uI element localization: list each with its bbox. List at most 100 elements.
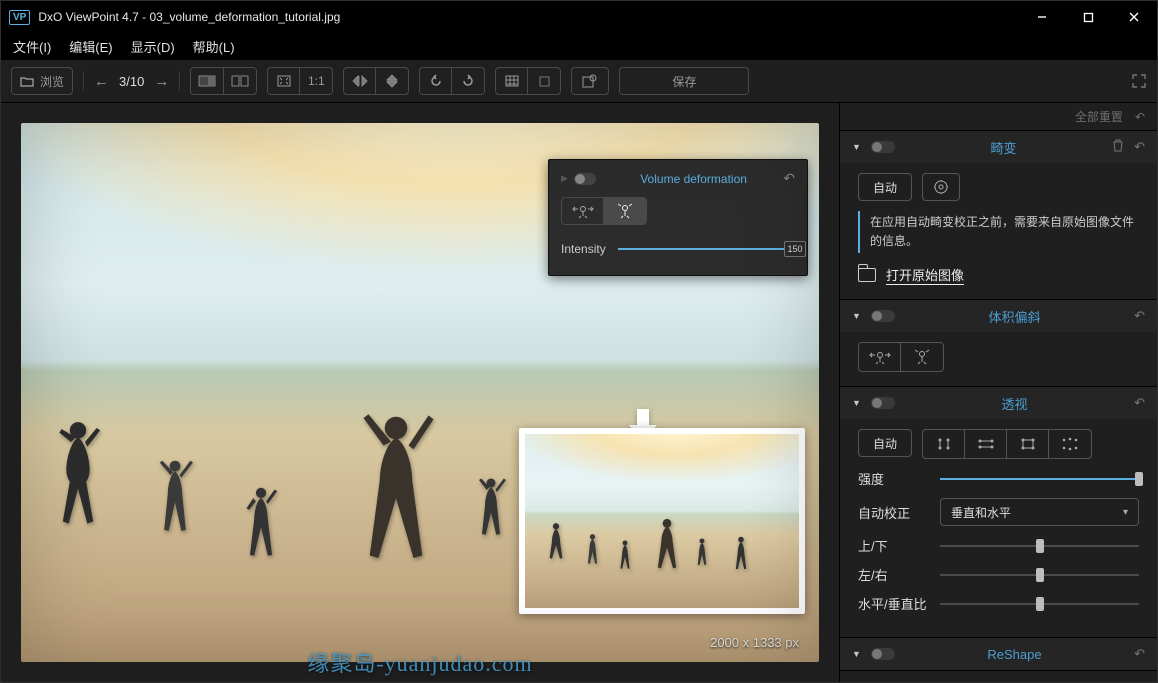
section-toggle[interactable] bbox=[871, 397, 895, 409]
image-viewer[interactable]: ▶ Volume deformation ↶ In bbox=[1, 103, 839, 682]
menu-file[interactable]: 文件(I) bbox=[13, 37, 51, 56]
mode-horizontal-button[interactable] bbox=[562, 198, 604, 224]
app-logo: VP bbox=[9, 10, 30, 25]
intensity-slider[interactable]: 150 bbox=[618, 237, 795, 261]
perspective-vertical-button[interactable] bbox=[923, 430, 965, 458]
updown-slider[interactable] bbox=[940, 537, 1139, 555]
loupe-button[interactable] bbox=[571, 67, 609, 95]
rotate-left-button[interactable] bbox=[420, 68, 452, 94]
section-title: ReShape bbox=[905, 647, 1124, 662]
prev-image-button[interactable]: ← bbox=[94, 73, 109, 90]
volume-deformation-panel[interactable]: ▶ Volume deformation ↶ In bbox=[548, 159, 808, 276]
browse-button[interactable]: 浏览 bbox=[11, 67, 73, 95]
compare-split-button[interactable] bbox=[224, 68, 256, 94]
divider bbox=[83, 71, 84, 91]
leftright-label: 左/右 bbox=[858, 565, 928, 584]
perspective-horizontal-button[interactable] bbox=[965, 430, 1007, 458]
leftright-slider[interactable] bbox=[940, 566, 1139, 584]
menu-edit[interactable]: 编辑(E) bbox=[69, 37, 112, 56]
mode-diagonal-button[interactable] bbox=[604, 198, 646, 224]
section-toggle[interactable] bbox=[871, 141, 895, 153]
zoom-fit-button[interactable] bbox=[268, 68, 300, 94]
main-photo: ▶ Volume deformation ↶ In bbox=[21, 123, 819, 662]
flip-horizontal-button[interactable] bbox=[344, 68, 376, 94]
autocorrect-select[interactable]: 垂直和水平 ▾ bbox=[940, 498, 1139, 526]
perspective-8point-button[interactable] bbox=[1049, 430, 1091, 458]
hvratio-label: 水平/垂直比 bbox=[858, 594, 928, 613]
volume-section: ▼ 体积偏斜 ↶ bbox=[840, 300, 1157, 387]
deformation-mode-group bbox=[561, 197, 647, 225]
next-image-button[interactable]: → bbox=[154, 73, 169, 90]
save-button[interactable]: 保存 bbox=[619, 67, 749, 95]
delete-icon[interactable] bbox=[1112, 139, 1124, 155]
compare-mode-group bbox=[190, 67, 257, 95]
chevron-down-icon: ▾ bbox=[1123, 507, 1128, 518]
flip-vertical-button[interactable] bbox=[376, 68, 408, 94]
section-toggle[interactable] bbox=[871, 648, 895, 660]
perspective-section: ▼ 透视 ↶ 自动 bbox=[840, 387, 1157, 638]
zoom-group: 1:1 bbox=[267, 67, 333, 95]
undo-all-icon[interactable]: ↶ bbox=[1135, 110, 1145, 124]
undo-icon[interactable]: ↶ bbox=[1134, 139, 1145, 155]
undo-icon[interactable]: ↶ bbox=[1134, 646, 1145, 662]
intensity-slider[interactable] bbox=[940, 470, 1139, 488]
fullscreen-button[interactable] bbox=[1131, 73, 1147, 89]
hvratio-slider[interactable] bbox=[940, 595, 1139, 613]
intensity-label: Intensity bbox=[561, 242, 606, 256]
window-maximize-button[interactable] bbox=[1065, 1, 1111, 33]
perspective-rectangle-button[interactable] bbox=[1007, 430, 1049, 458]
section-toggle[interactable] bbox=[871, 310, 895, 322]
reset-all-button[interactable]: 全部重置 bbox=[1075, 108, 1123, 125]
browse-label: 浏览 bbox=[40, 73, 64, 90]
titlebar: VP DxO ViewPoint 4.7 - 03_volume_deforma… bbox=[1, 1, 1157, 33]
info-message: 在应用自动畸变校正之前，需要来自原始图像文件的信息。 bbox=[858, 211, 1139, 253]
section-title: 透视 bbox=[905, 394, 1124, 413]
collapse-icon[interactable]: ▼ bbox=[852, 142, 861, 152]
section-title: 畸变 bbox=[905, 138, 1102, 157]
perspective-mode-group bbox=[922, 429, 1092, 459]
auto-button[interactable]: 自动 bbox=[858, 429, 912, 457]
mode-diagonal-button[interactable] bbox=[901, 343, 943, 371]
lens-profile-button[interactable] bbox=[922, 173, 960, 201]
updown-label: 上/下 bbox=[858, 536, 928, 555]
divider bbox=[179, 71, 180, 91]
undo-icon[interactable]: ↶ bbox=[1134, 308, 1145, 324]
image-counter: 3/10 bbox=[119, 74, 144, 89]
auto-button[interactable]: 自动 bbox=[858, 173, 912, 201]
reshape-section: ▼ ReShape ↶ bbox=[840, 638, 1157, 671]
zoom-1to1-button[interactable]: 1:1 bbox=[300, 68, 332, 94]
collapse-icon[interactable]: ▼ bbox=[852, 398, 861, 408]
image-dimensions: 2000 x 1333 px bbox=[710, 635, 799, 650]
grid-group bbox=[495, 67, 561, 95]
collapse-icon[interactable]: ▶ bbox=[561, 173, 568, 184]
folder-icon bbox=[858, 268, 876, 282]
rotate-right-button[interactable] bbox=[452, 68, 484, 94]
window-minimize-button[interactable] bbox=[1019, 1, 1065, 33]
tools-panel: 全部重置 ↶ ▼ 畸变 ↶ 自动 bbox=[839, 103, 1157, 682]
grid-button[interactable] bbox=[496, 68, 528, 94]
rotate-group bbox=[419, 67, 485, 95]
collapse-icon[interactable]: ▼ bbox=[852, 311, 861, 321]
undo-icon[interactable]: ↶ bbox=[1134, 395, 1145, 411]
collapse-icon[interactable]: ▼ bbox=[852, 649, 861, 659]
undo-icon[interactable]: ↶ bbox=[783, 170, 795, 187]
menubar: 文件(I) 编辑(E) 显示(D) 帮助(L) bbox=[1, 33, 1157, 59]
autocorrect-value: 垂直和水平 bbox=[951, 504, 1011, 521]
toolbar: 浏览 ← 3/10 → 1:1 保存 bbox=[1, 59, 1157, 103]
distortion-section: ▼ 畸变 ↶ 自动 在应用自动畸变校正之前，需要来自原始图 bbox=[840, 131, 1157, 300]
window-title: DxO ViewPoint 4.7 - 03_volume_deformatio… bbox=[38, 10, 340, 24]
mode-horizontal-button[interactable] bbox=[859, 343, 901, 371]
watermark: 缘聚岛-yuanjudao.com bbox=[307, 646, 532, 678]
menu-help[interactable]: 帮助(L) bbox=[193, 37, 235, 56]
open-original-button[interactable]: 打开原始图像 bbox=[858, 265, 1139, 285]
compare-single-button[interactable] bbox=[191, 68, 224, 94]
crop-overlay-button[interactable] bbox=[528, 68, 560, 94]
panel-toggle[interactable] bbox=[574, 173, 596, 185]
arrow-down-icon bbox=[623, 405, 663, 445]
section-title: 体积偏斜 bbox=[905, 307, 1124, 326]
window-close-button[interactable] bbox=[1111, 1, 1157, 33]
open-original-label: 打开原始图像 bbox=[886, 265, 964, 285]
mirror-group bbox=[343, 67, 409, 95]
menu-view[interactable]: 显示(D) bbox=[131, 37, 175, 56]
autocorrect-label: 自动校正 bbox=[858, 503, 928, 522]
